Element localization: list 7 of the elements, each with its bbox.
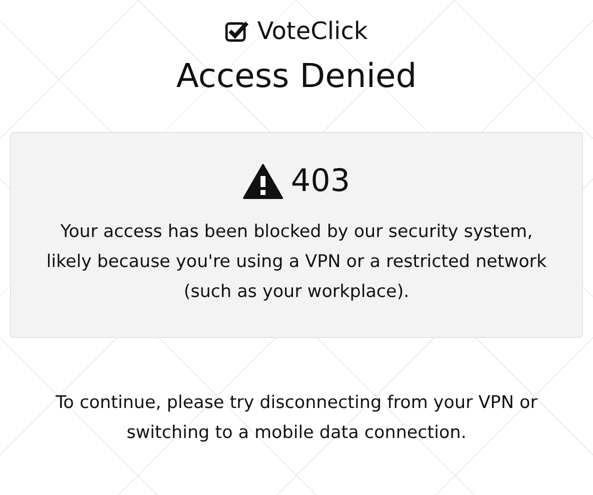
warning-icon [242, 164, 283, 198]
brand-name: VoteClick [257, 16, 368, 46]
instructions-text: To continue, please try disconnecting from your VPN or switching to a mobile data connection. [54, 392, 538, 445]
checkbox-icon [225, 20, 250, 42]
error-code: 403 [290, 162, 350, 201]
page-title: Access Denied [175, 55, 418, 97]
error-message: Your access has been blocked by our security system, likely because you're using a VPN or a restricted network (such as your workplace). [45, 221, 548, 304]
